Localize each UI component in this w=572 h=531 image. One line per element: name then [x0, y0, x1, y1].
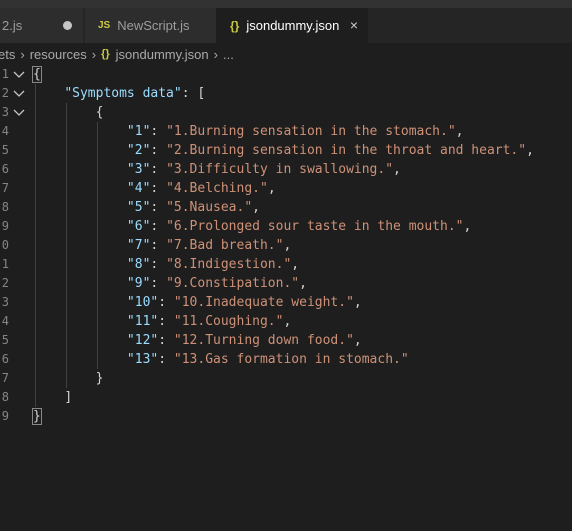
bracket-match-highlight: } — [32, 408, 42, 425]
line-number: 5 — [1, 333, 9, 347]
json-key: "7" — [126, 238, 151, 253]
line-number: 7 — [1, 371, 9, 385]
json-value: "3.Difficulty in swallowing." — [166, 162, 394, 177]
code-line: "1": "1.Burning sensation in the stomach… — [126, 124, 464, 139]
breadcrumb-item-folder[interactable]: ets — [0, 47, 15, 62]
code-line: { — [33, 103, 104, 122]
line-number: 7 — [1, 181, 9, 195]
code-line: "13": "13.Gas formation in stomach." — [126, 352, 409, 367]
line-number: 2 — [1, 86, 9, 100]
json-value: "5.Nausea." — [166, 200, 253, 215]
line-number: 6 — [1, 162, 9, 176]
json-value: "12.Turning down food." — [173, 333, 354, 348]
line-number: 2 — [1, 276, 9, 290]
json-key: "Symptoms data" — [64, 86, 182, 101]
tab-label: NewScript.js — [117, 18, 190, 33]
bracket-match-highlight: { — [32, 66, 42, 83]
code-line: "5": "5.Nausea.", — [126, 200, 260, 215]
code-line: "7": "7.Bad breath.", — [126, 238, 292, 253]
json-key: "2" — [126, 143, 151, 158]
json-icon: {} — [230, 18, 240, 33]
code-line: "6": "6.Prolonged sour taste in the mout… — [126, 219, 472, 234]
json-key: "5" — [126, 200, 151, 215]
json-value: "6.Prolonged sour taste in the mouth." — [166, 219, 464, 234]
line-number: 0 — [1, 238, 9, 252]
json-value: "11.Coughing." — [173, 314, 284, 329]
code-line: "Symptoms data": [ — [64, 86, 206, 101]
json-icon: {} — [101, 48, 110, 60]
json-key: "12" — [126, 333, 159, 348]
fold-chevron-icon[interactable] — [13, 84, 25, 103]
code-line: "8": "8.Indigestion.", — [126, 257, 300, 272]
code-editor[interactable]: 1 2 3 4 5 6 7 8 9 0 1 2 3 4 5 6 7 8 9 { … — [0, 65, 572, 531]
json-bracket: [ — [197, 86, 206, 101]
tab-2-js[interactable]: 2.js — [0, 8, 84, 43]
line-number: 8 — [1, 200, 9, 214]
unsaved-dot-icon[interactable] — [63, 21, 72, 30]
line-number: 5 — [1, 143, 9, 157]
json-bracket: } — [95, 371, 104, 386]
tab-label: 2.js — [2, 18, 23, 33]
json-key: "1" — [126, 124, 151, 139]
code-line: "11": "11.Coughing.", — [126, 314, 292, 329]
json-key: "10" — [126, 295, 159, 310]
code-line: "12": "12.Turning down food.", — [126, 333, 362, 348]
json-key: "4" — [126, 181, 151, 196]
chevron-right-icon: › — [20, 46, 25, 62]
json-bracket: ] — [64, 390, 73, 405]
breadcrumb-item-resources[interactable]: resources — [30, 47, 87, 62]
json-bracket: { — [95, 105, 104, 120]
json-value: "8.Indigestion." — [166, 257, 292, 272]
json-value: "4.Belching." — [166, 181, 268, 196]
line-number: 3 — [1, 295, 9, 309]
json-value: "10.Inadequate weight." — [173, 295, 354, 310]
chevron-right-icon: › — [91, 46, 97, 62]
breadcrumb-item-symbols[interactable]: ... — [223, 47, 234, 62]
json-value: "9.Constipation." — [166, 276, 300, 291]
line-number: 1 — [1, 67, 9, 81]
json-key: "8" — [126, 257, 151, 272]
json-key: "13" — [126, 352, 159, 367]
title-bar — [0, 0, 572, 8]
line-number: 3 — [1, 105, 9, 119]
json-value: "1.Burning sensation in the stomach." — [166, 124, 456, 139]
line-number: 9 — [1, 219, 9, 233]
code-line: } — [33, 369, 104, 388]
json-key: "11" — [126, 314, 159, 329]
js-icon: JS — [98, 20, 111, 31]
code-line: "10": "10.Inadequate weight.", — [126, 295, 362, 310]
fold-chevron-icon[interactable] — [13, 103, 25, 122]
json-key: "6" — [126, 219, 151, 234]
code-line: "3": "3.Difficulty in swallowing.", — [126, 162, 401, 177]
code-line: { — [32, 65, 42, 84]
line-number: 1 — [1, 257, 9, 271]
code-line: "2": "2.Burning sensation in the throat … — [126, 143, 534, 158]
chevron-right-icon: › — [213, 46, 218, 62]
breadcrumb: ets › resources › {} jsondummy.json › ..… — [0, 43, 572, 65]
line-number: 4 — [1, 314, 9, 328]
code-line: ] — [33, 388, 72, 407]
line-number: 8 — [1, 390, 9, 404]
tab-jsondummy-json[interactable]: {} jsondummy.json × — [216, 8, 368, 43]
close-icon[interactable]: × — [350, 17, 358, 33]
tab-bar: 2.js JS NewScript.js {} jsondummy.json × — [0, 8, 572, 43]
json-value: "2.Burning sensation in the throat and h… — [166, 143, 527, 158]
fold-chevron-icon[interactable] — [13, 65, 25, 84]
line-number: 6 — [1, 352, 9, 366]
tab-label: jsondummy.json — [246, 18, 340, 33]
json-value: "13.Gas formation in stomach." — [173, 352, 409, 367]
code-line: "9": "9.Constipation.", — [126, 276, 307, 291]
json-key: "9" — [126, 276, 151, 291]
json-key: "3" — [126, 162, 151, 177]
code-line: "4": "4.Belching.", — [126, 181, 276, 196]
tab-newscript-js[interactable]: JS NewScript.js — [85, 8, 216, 43]
line-number: 4 — [1, 124, 9, 138]
breadcrumb-item-file[interactable]: jsondummy.json — [116, 47, 209, 62]
code-line: } — [32, 407, 42, 426]
line-number: 9 — [1, 409, 9, 423]
json-value: "7.Bad breath." — [166, 238, 284, 253]
